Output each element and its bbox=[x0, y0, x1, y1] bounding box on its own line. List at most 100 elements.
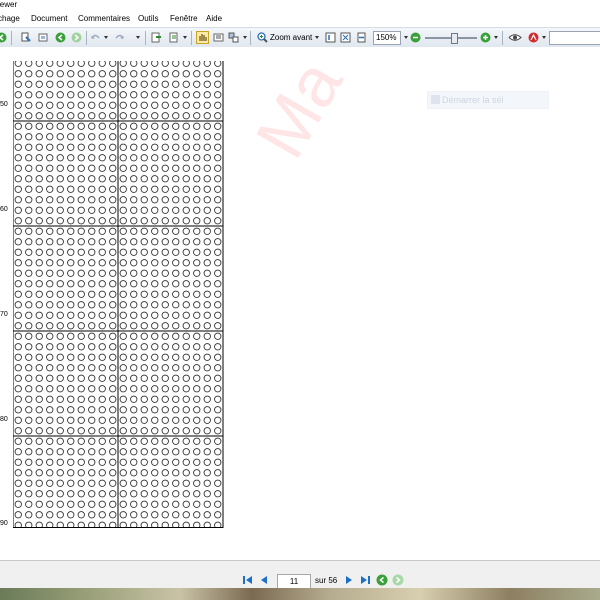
pattern-stitch bbox=[140, 259, 148, 267]
history-forward-icon[interactable] bbox=[392, 574, 404, 586]
document-viewer[interactable]: 50 60 70 80 90 Ma Démarrer la sél bbox=[0, 61, 600, 560]
chevron-down-icon[interactable] bbox=[315, 36, 319, 39]
pattern-stitch bbox=[182, 217, 190, 225]
pattern-stitch bbox=[151, 427, 159, 435]
pattern-stitch bbox=[151, 311, 159, 319]
pattern-stitch bbox=[130, 164, 138, 172]
pattern-stitch bbox=[46, 164, 54, 172]
pattern-stitch bbox=[193, 217, 201, 225]
pattern-stitch bbox=[88, 185, 96, 193]
previous-page-icon[interactable] bbox=[258, 574, 270, 586]
pattern-stitch bbox=[77, 112, 85, 120]
pattern-stitch bbox=[77, 406, 85, 414]
pattern-stitch bbox=[161, 196, 169, 204]
pattern-stitch bbox=[172, 91, 180, 99]
rotate-icon[interactable] bbox=[151, 32, 162, 43]
menu-item-document[interactable]: Document bbox=[31, 14, 67, 23]
chevron-down-icon[interactable] bbox=[183, 36, 187, 39]
menu-item-outils[interactable]: Outils bbox=[138, 14, 158, 23]
pattern-stitch bbox=[214, 469, 222, 477]
desktop-wallpaper bbox=[0, 588, 600, 600]
pattern-stitch bbox=[46, 227, 54, 235]
menu-item-affichage[interactable]: chage bbox=[0, 14, 20, 23]
chevron-down-icon[interactable] bbox=[104, 36, 108, 39]
pattern-stitch bbox=[67, 269, 75, 277]
pattern-stitch bbox=[193, 332, 201, 340]
undo-icon[interactable] bbox=[90, 32, 101, 43]
chevron-down-icon[interactable] bbox=[243, 36, 247, 39]
zoom-slider[interactable] bbox=[425, 33, 477, 44]
selection-icon bbox=[431, 95, 440, 104]
hand-tool-icon[interactable] bbox=[196, 31, 209, 44]
pattern-stitch bbox=[130, 248, 138, 256]
pattern-stitch bbox=[109, 175, 117, 183]
pattern-stitch bbox=[203, 395, 211, 403]
pattern-stitch bbox=[151, 248, 159, 256]
start-selection-button[interactable]: Démarrer la sél bbox=[427, 91, 549, 109]
next-page-icon[interactable] bbox=[343, 574, 355, 586]
zoom-in-icon[interactable] bbox=[257, 32, 268, 43]
pattern-stitch bbox=[77, 227, 85, 235]
fit-width-icon[interactable] bbox=[356, 32, 367, 43]
chevron-down-icon[interactable] bbox=[494, 36, 498, 39]
zoom-slider-thumb[interactable] bbox=[451, 33, 458, 44]
pattern-stitch bbox=[172, 290, 180, 298]
pattern-stitch bbox=[35, 301, 43, 309]
pattern-stitch bbox=[88, 427, 96, 435]
pattern-stitch bbox=[214, 290, 222, 298]
pattern-stitch bbox=[182, 437, 190, 445]
page-number-input[interactable]: 11 bbox=[277, 574, 311, 589]
menu-item-aide[interactable]: Aide bbox=[206, 14, 222, 23]
first-page-icon[interactable] bbox=[242, 574, 254, 586]
pattern-stitch bbox=[25, 343, 33, 351]
pattern-stitch bbox=[130, 301, 138, 309]
chevron-down-icon[interactable] bbox=[542, 36, 546, 39]
text-select-icon[interactable] bbox=[213, 32, 224, 43]
pattern-stitch bbox=[67, 343, 75, 351]
pattern-stitch bbox=[67, 458, 75, 466]
pattern-stitch bbox=[203, 185, 211, 193]
pattern-stitch bbox=[214, 280, 222, 288]
select-tool-icon[interactable] bbox=[228, 32, 239, 43]
fit-page-icon[interactable] bbox=[340, 32, 351, 43]
pattern-stitch bbox=[56, 248, 64, 256]
pattern-stitch bbox=[56, 70, 64, 78]
pattern-stitch bbox=[56, 238, 64, 246]
pattern-stitch bbox=[193, 290, 201, 298]
search-input[interactable] bbox=[549, 31, 600, 45]
chevron-down-icon[interactable] bbox=[404, 36, 408, 39]
pattern-stitch bbox=[119, 290, 127, 298]
zoom-level-field[interactable]: 150% bbox=[373, 31, 401, 45]
zoom-out-icon[interactable] bbox=[410, 32, 421, 43]
pattern-stitch bbox=[77, 469, 85, 477]
pattern-stitch bbox=[109, 385, 117, 393]
pattern-stitch bbox=[130, 175, 138, 183]
pattern-stitch bbox=[25, 248, 33, 256]
pattern-stitch bbox=[182, 133, 190, 141]
zoom-in-button[interactable]: Zoom avant bbox=[270, 33, 312, 42]
prev-view-icon[interactable] bbox=[55, 32, 66, 43]
menu-item-commentaires[interactable]: Commentaires bbox=[78, 14, 130, 23]
pattern-stitch bbox=[25, 143, 33, 151]
zoom-plus-icon[interactable] bbox=[480, 32, 491, 43]
snapshot-icon[interactable] bbox=[38, 32, 49, 43]
read-mode-icon[interactable] bbox=[508, 32, 522, 43]
back-icon[interactable] bbox=[0, 32, 7, 43]
pattern-stitch bbox=[67, 479, 75, 487]
adobe-icon[interactable] bbox=[528, 32, 539, 43]
next-view-icon[interactable] bbox=[71, 32, 82, 43]
pattern-stitch bbox=[151, 112, 159, 120]
history-back-icon[interactable] bbox=[376, 574, 388, 586]
pattern-stitch bbox=[119, 332, 127, 340]
menu-item-fenetre[interactable]: Fenêtre bbox=[170, 14, 198, 23]
pattern-stitch bbox=[25, 196, 33, 204]
chevron-down-icon[interactable] bbox=[136, 36, 140, 39]
redo-icon[interactable] bbox=[114, 32, 125, 43]
actual-size-icon[interactable] bbox=[325, 32, 336, 43]
last-page-icon[interactable] bbox=[359, 574, 371, 586]
extract-page-icon[interactable] bbox=[168, 32, 179, 43]
pattern-stitch bbox=[214, 500, 222, 508]
pattern-stitch bbox=[182, 416, 190, 424]
pattern-stitch bbox=[14, 416, 22, 424]
select-document-icon[interactable] bbox=[20, 32, 31, 43]
